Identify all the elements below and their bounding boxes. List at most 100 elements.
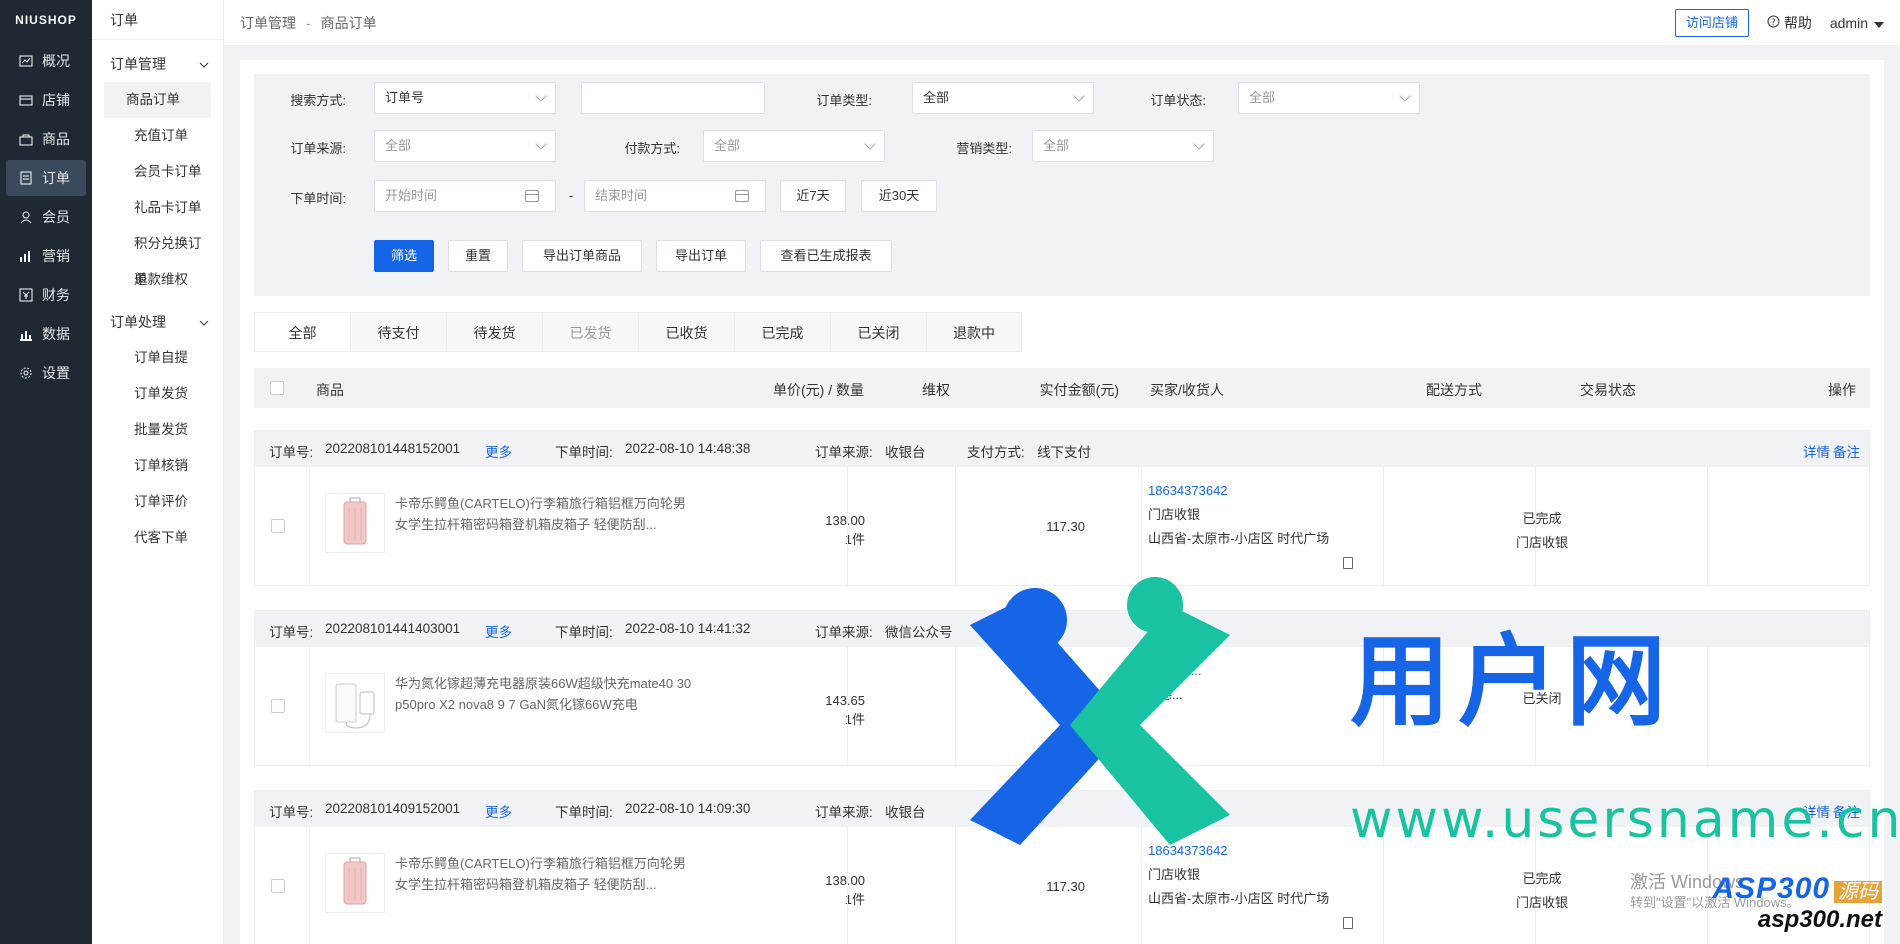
subnav-item-batch-ship[interactable]: 批量发货 bbox=[102, 412, 213, 448]
product-name[interactable]: 卡帝乐鳄鱼(CARTELO)行李箱旅行箱铝框万向轮男女学生拉杆箱密码箱登机箱皮箱… bbox=[395, 493, 695, 535]
subnav-item-ship[interactable]: 订单发货 bbox=[102, 376, 213, 412]
nav-members[interactable]: 会员 bbox=[6, 199, 86, 235]
pay-method-label: 付款方式: bbox=[624, 141, 680, 156]
username: admin bbox=[1829, 14, 1868, 31]
view-reports-button[interactable]: 查看已生成报表 bbox=[760, 240, 892, 272]
nav-finance[interactable]: 财务 bbox=[6, 277, 86, 313]
subnav-item-goods-order[interactable]: 商品订单 bbox=[104, 82, 211, 118]
nav-label: 营销 bbox=[42, 248, 70, 264]
product-name[interactable]: 华为氮化镓超薄充电器原装66W超级快充mate40 30 p50pro X2 n… bbox=[395, 673, 695, 715]
buyer-phone[interactable]: 18634373642 bbox=[1148, 479, 1338, 503]
select-value: 全部 bbox=[714, 138, 741, 153]
group-label: 订单处理 bbox=[110, 314, 166, 330]
sub-sidebar: 订单 订单管理 商品订单 充值订单 会员卡订单 礼品卡订单 积分兑换订单 退款维… bbox=[92, 0, 224, 944]
subnav-group-order-manage[interactable]: 订单管理 bbox=[92, 46, 223, 82]
subnav-item-verify[interactable]: 订单核销 bbox=[102, 448, 213, 484]
row-checkbox[interactable] bbox=[271, 699, 285, 713]
user-menu[interactable]: admin bbox=[1830, 15, 1884, 31]
subnav-item-review[interactable]: 订单评价 bbox=[102, 484, 213, 520]
copy-icon[interactable] bbox=[1343, 557, 1353, 569]
product-thumbnail[interactable] bbox=[325, 853, 385, 913]
tab-all[interactable]: 全部 bbox=[254, 312, 350, 352]
start-time-input[interactable]: 开始时间 bbox=[374, 180, 556, 212]
tab-completed[interactable]: 已完成 bbox=[734, 312, 830, 352]
search-input[interactable] bbox=[581, 82, 765, 114]
tab-pending-ship[interactable]: 待发货 bbox=[446, 312, 542, 352]
order-card: 订单号: 202208101448152001 更多 下单时间: 2022-08… bbox=[254, 430, 1870, 586]
order-time-label: 下单时间: bbox=[555, 805, 613, 820]
subnav-item-refund[interactable]: 退款维权 bbox=[102, 262, 213, 298]
product-name[interactable]: 卡帝乐鳄鱼(CARTELO)行李箱旅行箱铝框万向轮男女学生拉杆箱密码箱登机箱皮箱… bbox=[395, 853, 695, 895]
order-no: 202208101409152001 bbox=[325, 801, 461, 816]
trade-status: 已完成 门店收银 bbox=[1497, 867, 1587, 915]
order-icon bbox=[18, 170, 34, 186]
product-thumbnail[interactable] bbox=[325, 673, 385, 733]
nav-overview[interactable]: 概况 bbox=[6, 43, 86, 79]
pay-method: 线下支付 bbox=[1037, 445, 1091, 460]
buyer-phone[interactable]: 18634373642 bbox=[1148, 839, 1338, 863]
promo-type-select[interactable]: 全部 bbox=[1032, 130, 1214, 162]
reset-button[interactable]: 重置 bbox=[448, 240, 508, 272]
subnav-item-points-order[interactable]: 积分兑换订单 bbox=[102, 226, 213, 287]
subnav-item-member-card-order[interactable]: 会员卡订单 bbox=[102, 154, 213, 190]
select-all-checkbox[interactable] bbox=[270, 381, 284, 395]
subnav-item-recharge-order[interactable]: 充值订单 bbox=[102, 118, 213, 154]
filter-button[interactable]: 筛选 bbox=[374, 240, 434, 272]
promo-type-label: 营销类型: bbox=[956, 141, 1012, 156]
pay-method-select[interactable]: 全部 bbox=[703, 130, 885, 162]
nav-data[interactable]: 数据 bbox=[6, 316, 86, 352]
data-icon bbox=[18, 326, 34, 342]
order-time: 2022-08-10 14:09:30 bbox=[625, 801, 751, 816]
price-value: 138.00 bbox=[825, 513, 865, 528]
nav-store[interactable]: 店铺 bbox=[6, 82, 86, 118]
copy-icon[interactable] bbox=[1343, 917, 1353, 929]
watermark-url: www.usersname.cn bbox=[1350, 790, 1900, 850]
product-thumbnail[interactable] bbox=[325, 493, 385, 553]
order-source-select[interactable]: 全部 bbox=[374, 130, 556, 162]
more-link[interactable]: 更多 bbox=[485, 801, 512, 821]
subnav-group-order-process[interactable]: 订单处理 bbox=[92, 304, 223, 340]
tab-received[interactable]: 已收货 bbox=[638, 312, 734, 352]
nav-orders[interactable]: 订单 bbox=[6, 160, 86, 196]
row-checkbox[interactable] bbox=[271, 879, 285, 893]
more-link[interactable]: 更多 bbox=[485, 441, 512, 461]
visit-store-button[interactable]: 访问店铺 bbox=[1674, 8, 1749, 37]
bag-icon bbox=[18, 131, 34, 147]
export-orders-button[interactable]: 导出订单 bbox=[656, 240, 746, 272]
tab-refunding[interactable]: 退款中 bbox=[926, 312, 1022, 352]
tab-shipped[interactable]: 已发货 bbox=[542, 312, 638, 352]
order-status-label: 订单状态: bbox=[1150, 93, 1206, 108]
order-type-select[interactable]: 全部 bbox=[912, 82, 1094, 114]
subnav-item-proxy-order[interactable]: 代客下单 bbox=[102, 520, 213, 556]
nav-goods[interactable]: 商品 bbox=[6, 121, 86, 157]
more-link[interactable]: 更多 bbox=[485, 621, 512, 641]
search-type-select[interactable]: 订单号 bbox=[374, 82, 556, 114]
detail-link[interactable]: 详情 bbox=[1803, 441, 1830, 461]
remark-link[interactable]: 备注 bbox=[1833, 441, 1860, 461]
export-goods-button[interactable]: 导出订单商品 bbox=[522, 240, 642, 272]
chevron-down-icon bbox=[1193, 138, 1205, 150]
row-checkbox[interactable] bbox=[271, 519, 285, 533]
last-30-days-button[interactable]: 近30天 bbox=[861, 180, 937, 212]
order-type-label: 订单类型: bbox=[816, 93, 872, 108]
buyer-phone[interactable]: ...56afk... bbox=[1148, 659, 1338, 683]
subnav-item-pickup[interactable]: 订单自提 bbox=[102, 340, 213, 376]
subnav-item-gift-card-order[interactable]: 礼品卡订单 bbox=[102, 190, 213, 226]
tab-pending-pay[interactable]: 待支付 bbox=[350, 312, 446, 352]
breadcrumb-item[interactable]: 订单管理 bbox=[240, 15, 296, 31]
order-no-label: 订单号: bbox=[269, 625, 314, 640]
paid-amount: 117.30 bbox=[1046, 519, 1085, 534]
col-delivery: 配送方式 bbox=[1426, 382, 1482, 398]
nav-marketing[interactable]: 营销 bbox=[6, 238, 86, 274]
order-status-select[interactable]: 全部 bbox=[1238, 82, 1420, 114]
last-7-days-button[interactable]: 近7天 bbox=[780, 180, 846, 212]
end-time-input[interactable]: 结束时间 bbox=[584, 180, 766, 212]
group-label: 订单管理 bbox=[110, 56, 166, 72]
tab-closed[interactable]: 已关闭 bbox=[830, 312, 926, 352]
search-label: 搜索方式: bbox=[290, 93, 346, 108]
nav-settings[interactable]: 设置 bbox=[6, 355, 86, 391]
select-value: 全部 bbox=[1249, 90, 1276, 105]
nav-label: 店铺 bbox=[42, 92, 70, 108]
help-link[interactable]: ? 帮助 bbox=[1767, 13, 1812, 33]
nav-label: 概况 bbox=[42, 53, 70, 69]
